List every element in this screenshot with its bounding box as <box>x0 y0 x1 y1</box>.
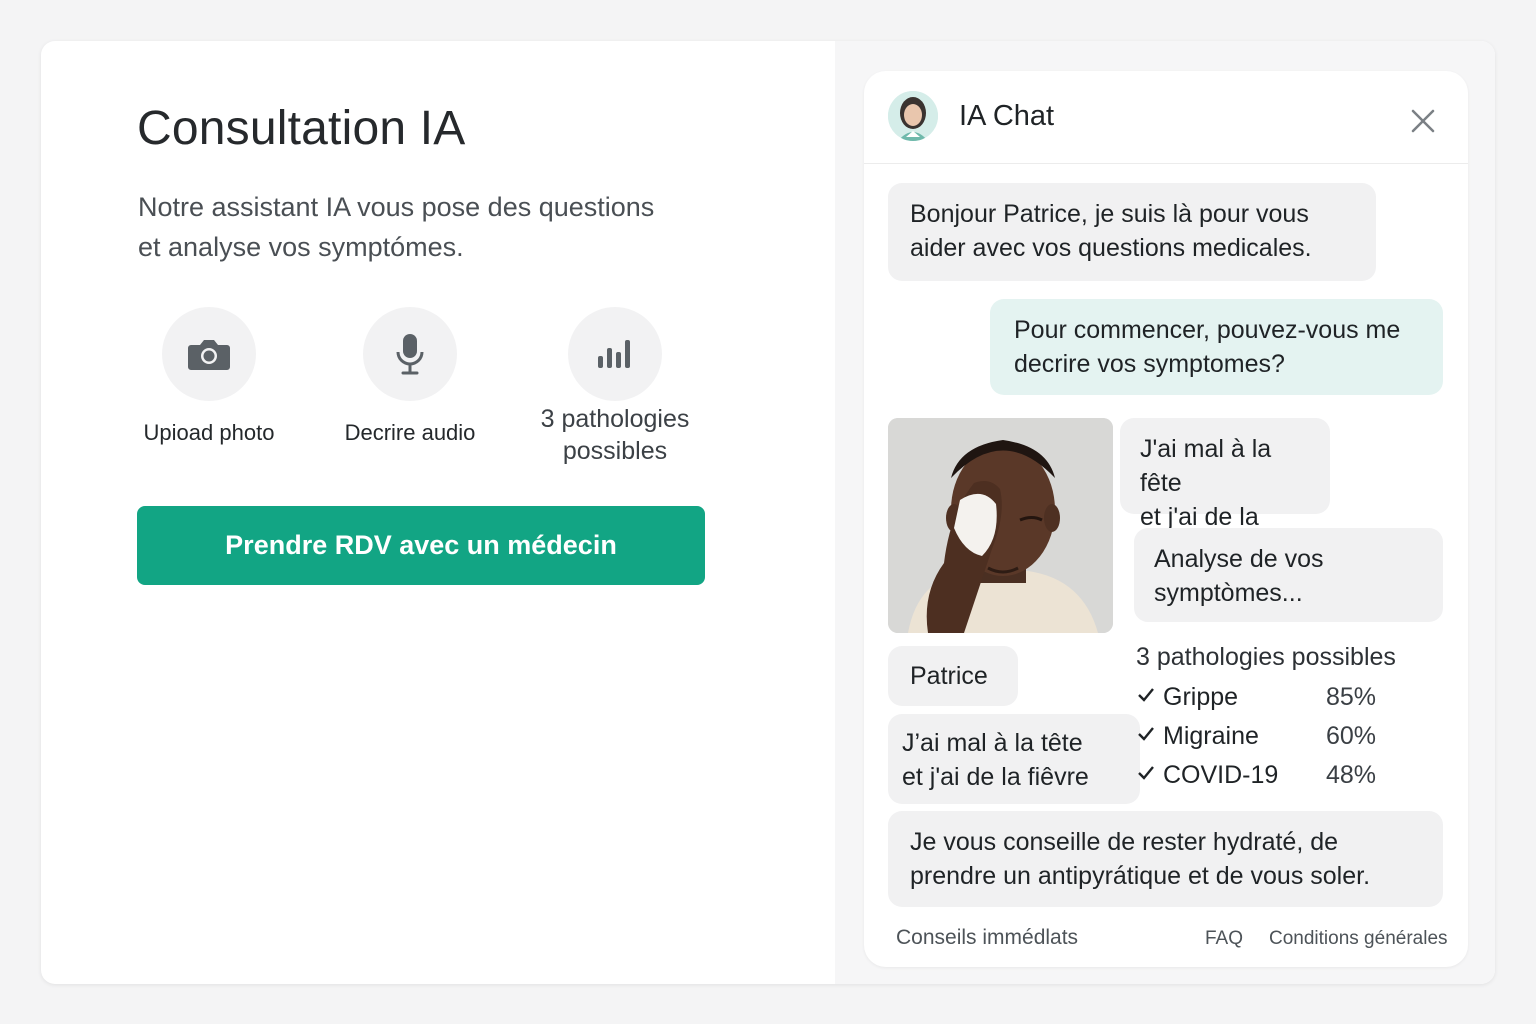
pathologies-feature[interactable]: 3 pathologies possibles <box>525 307 705 467</box>
pathologies-title: 3 pathologies possibles <box>1136 643 1396 671</box>
user-message-symptoms-1: J'ai mal à la fête et j'ai de la fiére <box>1120 418 1330 565</box>
patient-photo <box>888 418 1113 633</box>
upload-photo-feature[interactable]: Upioad photo <box>134 307 284 449</box>
advice-line-1: Je vous conseille de rester hydraté, de <box>910 828 1339 856</box>
pathology-percent: 85% <box>1326 683 1377 711</box>
pathologies-label-line-2: possibles <box>562 437 668 465</box>
close-icon[interactable] <box>1407 105 1439 137</box>
footer-link-faq[interactable]: FAQ <box>1205 928 1243 950</box>
microphone-icon[interactable] <box>363 307 457 401</box>
greeting-line-1: Bonjour Patrice, je suis là pour vous <box>910 200 1309 228</box>
reply1-line-1: J'ai mal à la fête <box>1140 435 1272 497</box>
question-line-2: decrire vos symptomes? <box>1014 350 1285 378</box>
describe-audio-label: Decrire audio <box>344 420 476 445</box>
bar-chart-icon[interactable] <box>568 307 662 401</box>
reply2-line-2: et j'ai de la fiêvre <box>902 763 1089 791</box>
check-icon <box>1138 766 1154 780</box>
question-line-1: Pour commencer, pouvez-vous me <box>1014 316 1401 344</box>
user-message-symptoms-2: J’ai mal à la tête et j'ai de la fiêvre <box>888 714 1140 804</box>
pathology-percent: 60% <box>1326 722 1377 750</box>
pathology-name: Migraine <box>1163 722 1259 750</box>
advice-line-2: prendre un antipyrátique et de vous sole… <box>910 862 1371 890</box>
describe-audio-feature[interactable]: Decrire audio <box>335 307 485 449</box>
greeting-line-2: aider avec vos questions medicales. <box>910 234 1312 262</box>
pathology-name: Grippe <box>1163 683 1239 711</box>
pathology-name: COVID-19 <box>1163 761 1279 789</box>
subtitle-line-2: et analyse vos symptómes. <box>138 232 464 262</box>
pathology-row: Grippe 85% <box>1136 683 1386 717</box>
analysis-line-1: Analyse de vos <box>1154 545 1324 573</box>
footer-link-terms[interactable]: Conditions générales <box>1269 928 1448 950</box>
main-card: Consultation IA Notre assistant IA vous … <box>41 41 1495 984</box>
chat-title: IA Chat <box>959 100 1055 132</box>
pathology-row: COVID-19 48% <box>1136 761 1386 795</box>
subtitle-line-1: Notre assistant IA vous pose des questio… <box>138 192 655 222</box>
ai-message-question: Pour commencer, pouvez-vous me decrire v… <box>990 299 1443 395</box>
pathologies-label: 3 pathologies possibles <box>525 403 705 467</box>
ai-message-analysis: Analyse de vos symptòmes... <box>1134 528 1443 622</box>
chat-header: IA Chat <box>864 71 1468 164</box>
page-subtitle: Notre assistant IA vous pose des questio… <box>138 187 698 267</box>
page-title: Consultation IA <box>137 102 466 155</box>
reply2-line-1: J’ai mal à la tête <box>902 729 1083 757</box>
check-icon <box>1138 688 1154 702</box>
footer-link-immediate-advice[interactable]: Conseils immédlats <box>896 926 1078 950</box>
chat-panel: IA Chat Bonjour Patrice, je suis là pour… <box>864 71 1468 967</box>
book-appointment-button[interactable]: Prendre RDV avec un médecin <box>137 506 705 585</box>
analysis-line-2: symptòmes... <box>1154 579 1303 607</box>
user-name-tag: Patrice <box>888 646 1018 706</box>
upload-photo-label: Upioad photo <box>143 420 275 445</box>
ai-message-greeting: Bonjour Patrice, je suis là pour vous ai… <box>888 183 1376 281</box>
ai-message-advice: Je vous conseille de rester hydraté, de … <box>888 811 1443 907</box>
camera-icon[interactable] <box>162 307 256 401</box>
check-icon <box>1138 727 1154 741</box>
assistant-avatar <box>888 91 938 141</box>
pathology-percent: 48% <box>1326 761 1377 789</box>
pathologies-label-line-1: 3 pathologies <box>540 405 690 433</box>
pathology-row: Migraine 60% <box>1136 722 1386 756</box>
